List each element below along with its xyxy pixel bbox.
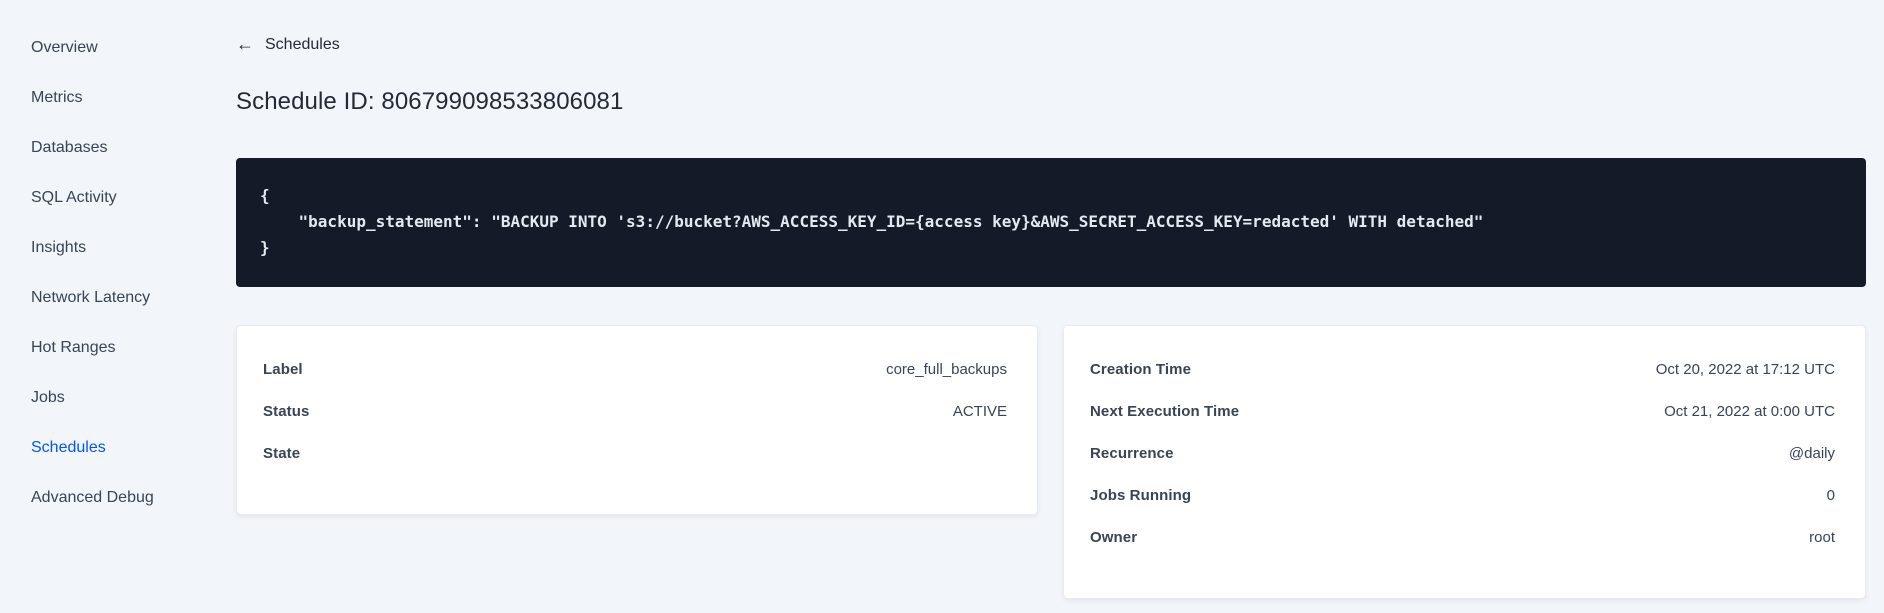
detail-row: Label core_full_backups bbox=[263, 348, 1007, 390]
backup-statement-code-block: { "backup_statement": "BACKUP INTO 's3:/… bbox=[236, 158, 1866, 287]
detail-label: Creation Time bbox=[1090, 360, 1192, 378]
code-line: { bbox=[260, 186, 270, 205]
detail-row: State bbox=[263, 432, 1007, 474]
detail-cards-row: Label core_full_backups Status ACTIVE St… bbox=[236, 325, 1866, 599]
sidebar-item[interactable]: Hot Ranges bbox=[31, 323, 236, 373]
sidebar-item[interactable]: SQL Activity bbox=[31, 173, 236, 223]
schedule-summary-card: Label core_full_backups Status ACTIVE St… bbox=[236, 325, 1038, 515]
detail-row: Jobs Running 0 bbox=[1090, 474, 1835, 516]
code-line: "backup_statement": "BACKUP INTO 's3://b… bbox=[260, 212, 1484, 231]
sidebar-item[interactable]: Databases bbox=[31, 123, 236, 173]
detail-label: Jobs Running bbox=[1090, 486, 1192, 504]
sidebar-item[interactable]: Insights bbox=[31, 223, 236, 273]
schedule-timing-card: Creation Time Oct 20, 2022 at 17:12 UTC … bbox=[1063, 325, 1866, 599]
arrow-left-icon: ← bbox=[236, 34, 254, 54]
sidebar-item[interactable]: Schedules bbox=[31, 423, 236, 473]
sidebar-item[interactable]: Network Latency bbox=[31, 273, 236, 323]
sidebar-item[interactable]: Jobs bbox=[31, 373, 236, 423]
detail-label: Owner bbox=[1090, 528, 1138, 546]
detail-label: Next Execution Time bbox=[1090, 402, 1240, 420]
detail-value: core_full_backups bbox=[886, 360, 1007, 378]
detail-row: Recurrence @daily bbox=[1090, 432, 1835, 474]
sidebar-item[interactable]: Overview bbox=[31, 23, 236, 73]
detail-label: Status bbox=[263, 402, 310, 420]
detail-label: State bbox=[263, 444, 301, 462]
detail-value: 0 bbox=[1826, 486, 1835, 504]
detail-label: Label bbox=[263, 360, 303, 378]
back-to-schedules-link[interactable]: ← Schedules bbox=[236, 34, 340, 54]
detail-value: ACTIVE bbox=[952, 402, 1007, 420]
detail-value: Oct 20, 2022 at 17:12 UTC bbox=[1655, 360, 1835, 378]
detail-label: Recurrence bbox=[1090, 444, 1174, 462]
code-line: } bbox=[260, 238, 270, 257]
detail-value: @daily bbox=[1788, 444, 1835, 462]
sidebar-nav: Overview Metrics Databases SQL Activity … bbox=[0, 0, 236, 613]
sidebar-item[interactable]: Advanced Debug bbox=[31, 473, 236, 523]
detail-value: Oct 21, 2022 at 0:00 UTC bbox=[1664, 402, 1835, 420]
page-title: Schedule ID: 806799098533806081 bbox=[236, 88, 624, 115]
detail-row: Status ACTIVE bbox=[263, 390, 1007, 432]
detail-row: Owner root bbox=[1090, 516, 1835, 558]
detail-value: root bbox=[1809, 528, 1835, 546]
detail-row: Next Execution Time Oct 21, 2022 at 0:00… bbox=[1090, 390, 1835, 432]
detail-row: Creation Time Oct 20, 2022 at 17:12 UTC bbox=[1090, 348, 1835, 390]
sidebar-item[interactable]: Metrics bbox=[31, 73, 236, 123]
schedule-details-page: Overview Metrics Databases SQL Activity … bbox=[0, 0, 1884, 613]
back-link-label: Schedules bbox=[265, 36, 340, 53]
main-content: ← Schedules Schedule ID: 806799098533806… bbox=[236, 0, 1884, 613]
